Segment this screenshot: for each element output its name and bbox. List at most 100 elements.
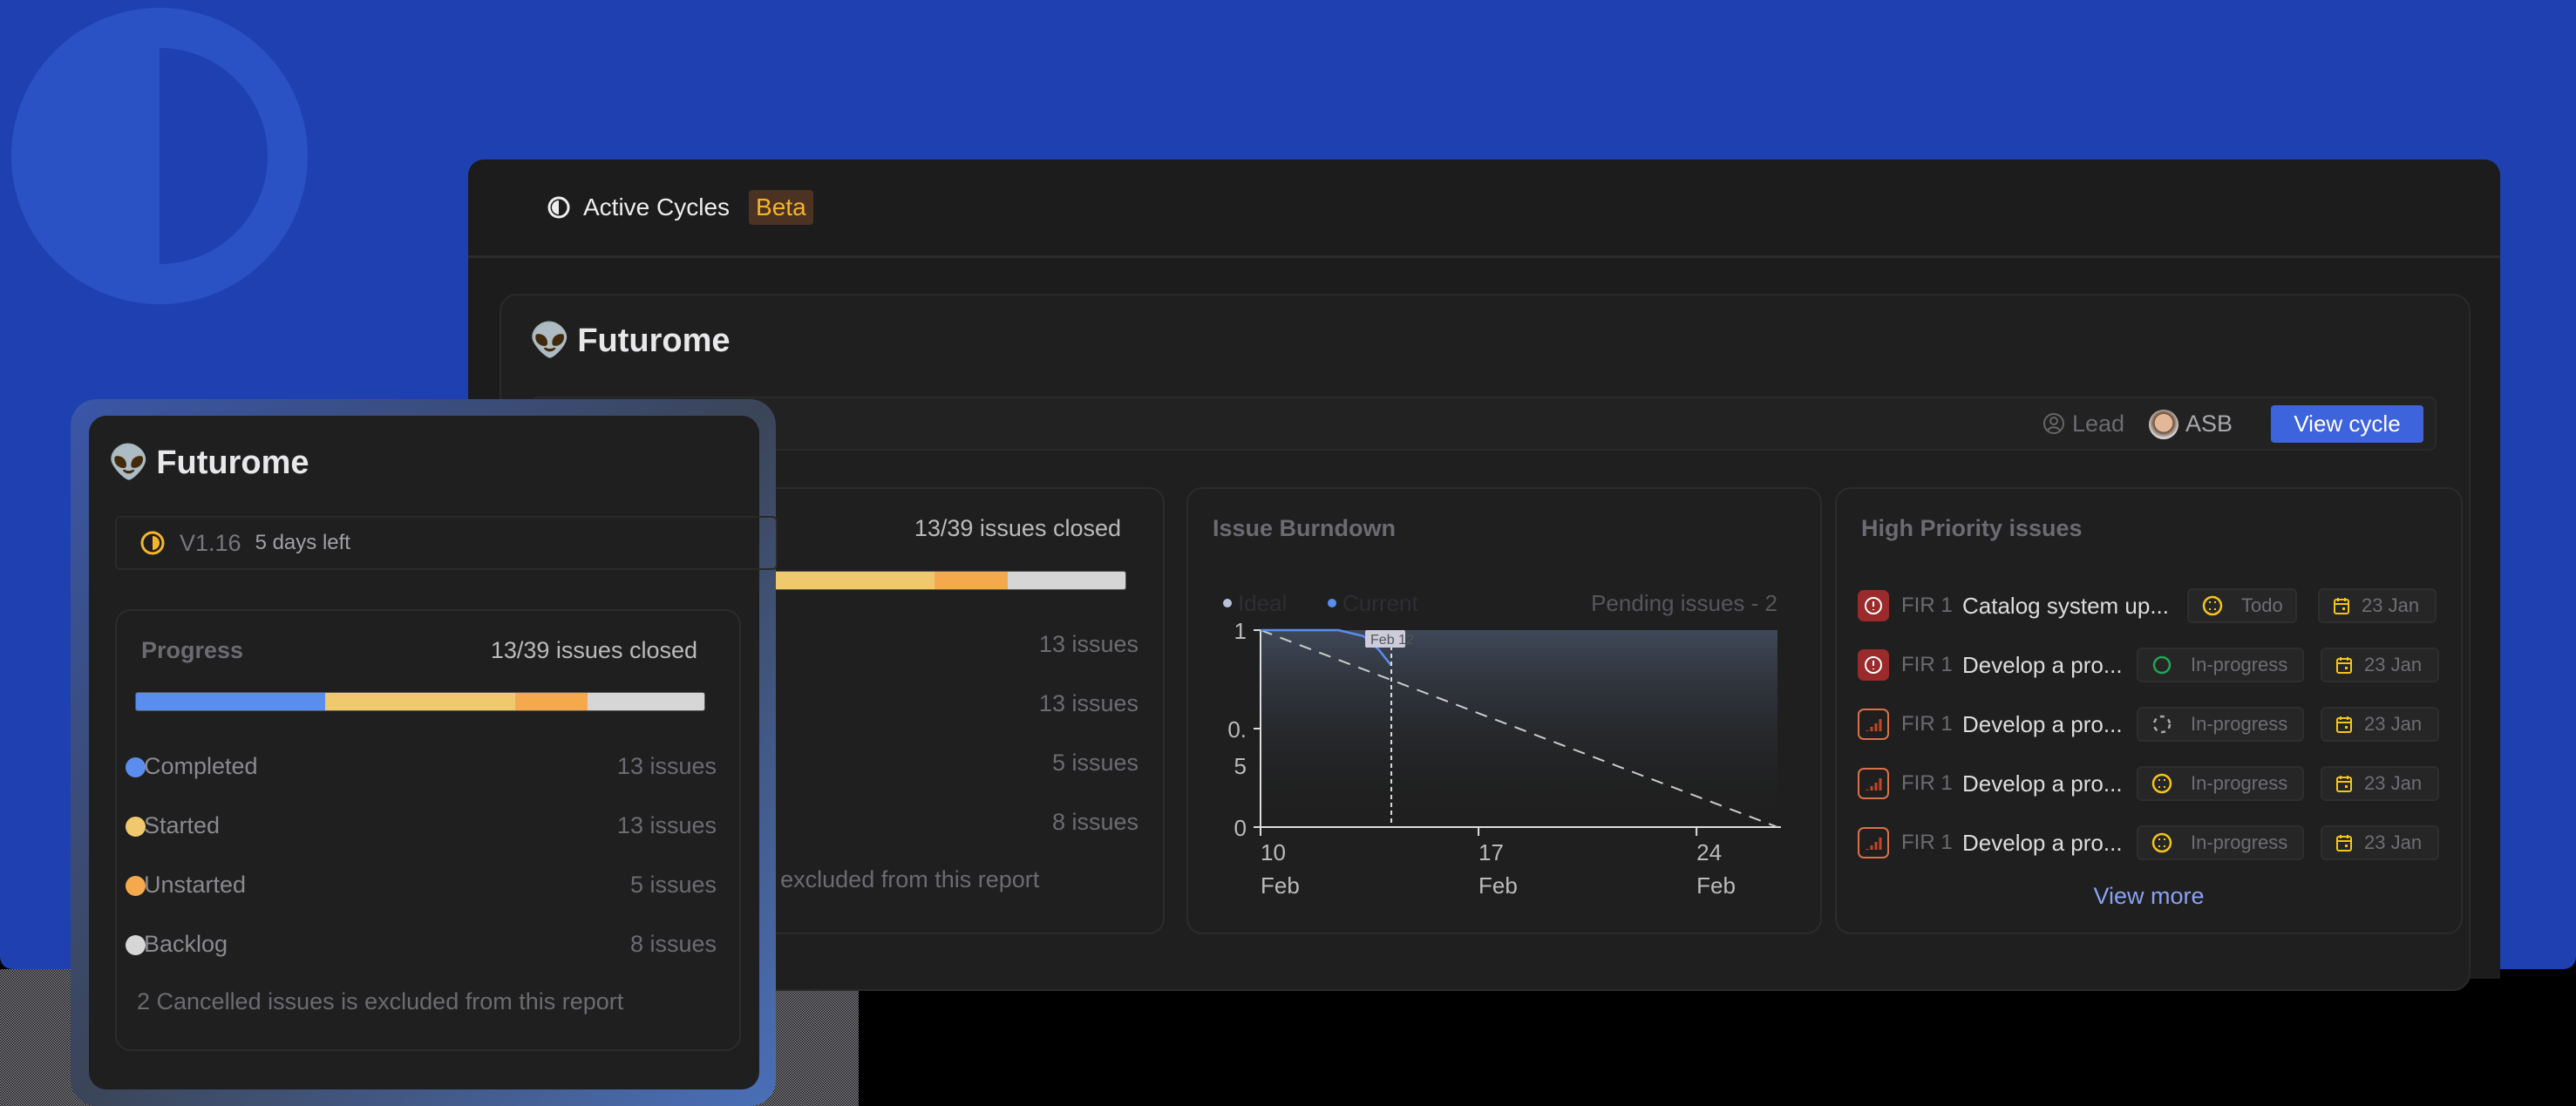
high-priority-title: High Priority issues (1861, 515, 2083, 541)
issue-title: Catalog system up... (1962, 592, 2169, 619)
burndown-chart: Ideal Current Pending issues - 2 0 0. 5 1 10 Feb… (1223, 590, 1781, 899)
issue-title: Develop a pro... (1962, 710, 2123, 737)
state-icon (2202, 595, 2223, 616)
view-more-link[interactable]: View more (1837, 883, 2461, 910)
calendar-icon (2336, 776, 2352, 792)
lead-label: Lead (2072, 411, 2125, 437)
alien-icon: 👽 (108, 444, 150, 481)
legend-count: 5 issues (629, 872, 717, 898)
cycle-popover: 👽 Futurome V1.16 5 days left Progress 13/… (71, 399, 778, 1106)
state-label: In-progress (2191, 772, 2288, 794)
due-date: 23 Jan (2364, 772, 2423, 794)
pending-issues: Pending issues - 2 (1591, 590, 1777, 616)
legend-count: 13 issues (1038, 690, 1138, 716)
due-date-pill[interactable]: 23 Jan (2321, 825, 2439, 860)
y-tick-label: 0. (1227, 716, 1247, 743)
issue-title: Develop a pro... (1962, 770, 2123, 797)
bar-segment-backlog (1008, 572, 1125, 589)
version-row: V1.16 5 days left (115, 516, 778, 570)
state-pill[interactable]: In-progress (2137, 707, 2304, 742)
issue-id: FIR 1 (1901, 653, 1953, 676)
urgent-priority-icon (1858, 649, 1889, 681)
bar-segment-backlog (588, 693, 704, 710)
issue-id: FIR 1 (1901, 594, 1953, 617)
popover-title: 👽 Futurome (108, 444, 309, 482)
y-tick-label: 1 (1234, 618, 1247, 644)
legend-current-dot (1328, 599, 1336, 607)
x-tick-label: Feb (1478, 872, 1518, 899)
legend-dot-icon (126, 935, 146, 955)
state-icon (2152, 655, 2172, 675)
due-date-pill[interactable]: 23 Jan (2321, 766, 2439, 801)
due-date-pill[interactable]: 23 Jan (2321, 707, 2439, 742)
issue-row[interactable]: FIR 1 Develop a pro... In-progress 23 Ja… (1837, 648, 2461, 682)
high-priority-icon (1858, 768, 1889, 799)
active-cycles-icon (547, 196, 570, 219)
burndown-card: Issue Burndown Ideal Current Pending issue… (1186, 487, 1822, 934)
issue-row[interactable]: FIR 1 Develop a pro... In-progress 23 Ja… (1837, 825, 2461, 860)
y-tick-label: 0 (1234, 815, 1247, 841)
state-label: In-progress (2191, 654, 2288, 675)
state-label: In-progress (2191, 831, 2288, 853)
legend-ideal-dot (1223, 599, 1232, 607)
progress-card: Progress 13/39 issues closed 2 Cancelled… (115, 609, 741, 1051)
state-pill[interactable]: Todo (2187, 588, 2297, 623)
issue-id: FIR 1 (1901, 712, 1953, 736)
issue-id: FIR 1 (1901, 831, 1953, 854)
due-date-pill[interactable]: 23 Jan (2318, 588, 2437, 623)
cycle-progress-icon (140, 531, 165, 555)
avatar (2149, 410, 2178, 439)
legend-label: Unstarted (144, 872, 247, 898)
issue-title: Develop a pro... (1962, 651, 2123, 678)
header-title: Active Cycles (583, 193, 731, 221)
due-date: 23 Jan (2364, 654, 2423, 675)
state-icon (2151, 773, 2172, 794)
legend-count: 13 issues (616, 812, 717, 838)
legend-dot-icon (126, 757, 146, 777)
legend-dot-icon (126, 817, 146, 837)
progress-bar (135, 692, 705, 711)
legend-count: 13 issues (616, 753, 717, 779)
cycle-card: 👽Futurome Lead ASB View cycle Progress 1… (500, 294, 2471, 991)
window-header: Active Cycles Beta (468, 159, 2500, 258)
x-tick-label: 17 (1478, 839, 1504, 865)
state-label: In-progress (2191, 713, 2288, 735)
issue-row[interactable]: FIR 1 Develop a pro... In-progress 23 Ja… (1837, 707, 2461, 742)
tooltip-label: Feb 12 (1370, 633, 1414, 648)
calendar-icon (2334, 598, 2349, 614)
cycle-info-row: Lead ASB View cycle (531, 397, 2437, 451)
legend-ideal-label: Ideal (1238, 590, 1287, 616)
beta-badge: Beta (749, 190, 813, 225)
bar-segment-started (325, 693, 515, 710)
cycle-name: Futurome (577, 322, 731, 359)
cycle-title: 👽 Futurome (529, 322, 731, 360)
issue-row[interactable]: FIR 1 Catalog system up... Todo 23 Jan (1837, 588, 2461, 623)
version-label: V1.16 (180, 529, 241, 556)
high-priority-card: High Priority issues FIR 1 Catalog syste… (1835, 487, 2463, 934)
legend-dot-icon (126, 876, 146, 896)
state-icon (2152, 715, 2172, 734)
issues-closed: 13/39 issues closed (490, 637, 697, 663)
state-pill[interactable]: In-progress (2137, 648, 2304, 682)
legend-current-label: Current (1342, 590, 1418, 616)
issue-row[interactable]: FIR 1 Develop a pro... In-progress 23 Ja… (1837, 766, 2461, 801)
due-date-pill[interactable]: 23 Jan (2321, 648, 2439, 682)
x-tick-label: Feb (1261, 872, 1300, 899)
state-pill[interactable]: In-progress (2137, 766, 2304, 801)
due-date: 23 Jan (2362, 594, 2420, 616)
alien-icon: 👽 (529, 322, 571, 359)
due-date: 23 Jan (2364, 713, 2423, 735)
x-tick-label: Feb (1696, 872, 1736, 899)
state-icon (2151, 832, 2172, 853)
calendar-icon (2336, 716, 2352, 733)
high-priority-icon (1858, 827, 1889, 858)
y-tick-label: 5 (1234, 753, 1247, 779)
state-pill[interactable]: In-progress (2137, 825, 2304, 860)
issue-id: FIR 1 (1901, 771, 1953, 795)
urgent-priority-icon (1858, 590, 1889, 621)
legend-count: 5 issues (1051, 750, 1138, 776)
x-tick-label: 10 (1261, 839, 1286, 865)
legend-count: 8 issues (629, 931, 717, 957)
view-cycle-button[interactable]: View cycle (2271, 405, 2423, 443)
legend-label: Backlog (144, 931, 228, 957)
